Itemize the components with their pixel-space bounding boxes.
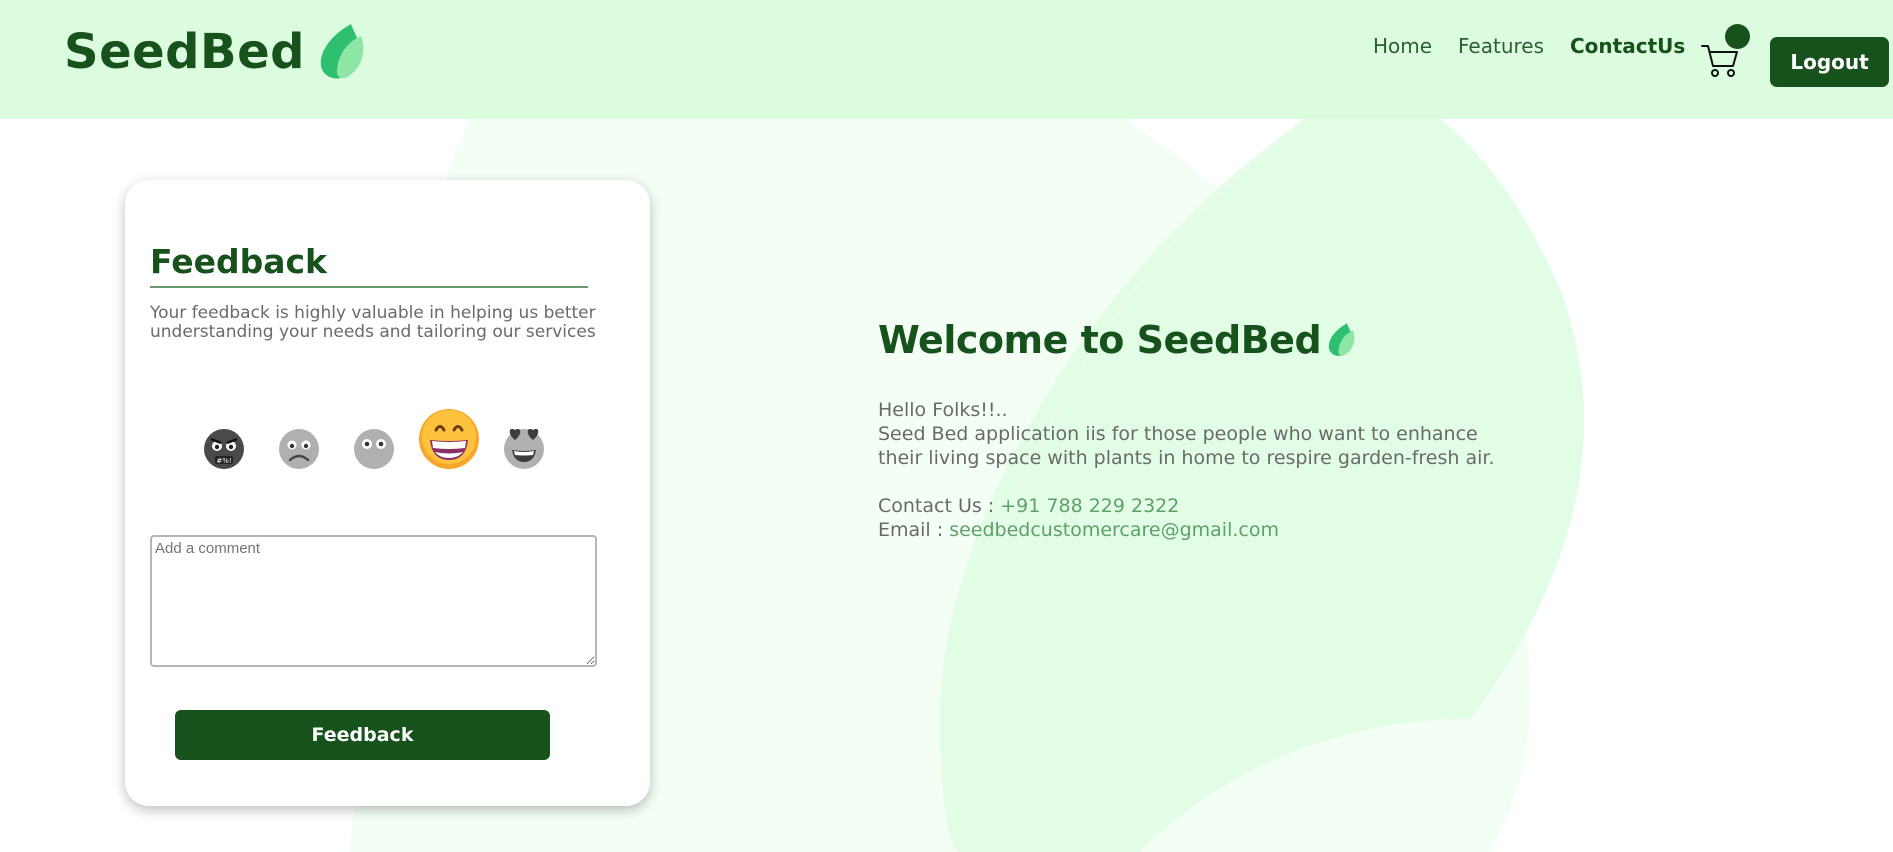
nav-contactus-link[interactable]: ContactUs [1570, 34, 1685, 58]
phone-line: Contact Us : +91 788 229 2322 [878, 494, 1498, 518]
phone-label: Contact Us : [878, 495, 1001, 517]
welcome-body: Hello Folks!!.. Seed Bed application iis… [878, 398, 1498, 542]
welcome-section: Welcome to SeedBed Hello Folks!!.. Seed … [878, 318, 1498, 542]
feedback-description: Your feedback is highly valuable in help… [150, 303, 596, 342]
neutral-face-icon[interactable] [353, 428, 395, 470]
angry-face-icon[interactable]: #%! [203, 428, 245, 470]
nav-features-link[interactable]: Features [1458, 34, 1544, 58]
brand-logo[interactable]: SeedBed [64, 22, 369, 82]
contact-info: Contact Us : +91 788 229 2322 Email : se… [878, 494, 1498, 542]
grinning-face-icon[interactable] [418, 408, 480, 470]
welcome-heading: Welcome to SeedBed [878, 318, 1498, 362]
email-label: Email : [878, 519, 950, 541]
emoji-rating: #%! [125, 408, 650, 478]
frowning-face-icon[interactable] [278, 428, 320, 470]
submit-feedback-button[interactable]: Feedback [175, 710, 550, 760]
greeting-text: Hello Folks!!.. [878, 399, 1008, 421]
logout-button[interactable]: Logout [1770, 37, 1889, 87]
top-navbar: SeedBed Home Features ContactUs Logout [0, 0, 1893, 119]
phone-number[interactable]: +91 788 229 2322 [1000, 495, 1179, 517]
title-divider [150, 286, 588, 288]
heart-eyes-face-icon[interactable] [503, 420, 545, 470]
cart-badge [1725, 24, 1750, 49]
email-line: Email : seedbedcustomercare@gmail.com [878, 518, 1498, 542]
nav-home-link[interactable]: Home [1373, 34, 1432, 58]
intro-text: Seed Bed application iis for those peopl… [878, 423, 1495, 469]
email-address[interactable]: seedbedcustomercare@gmail.com [949, 519, 1279, 541]
feedback-title: Feedback [150, 242, 327, 281]
feedback-card: Feedback Your feedback is highly valuabl… [125, 180, 650, 806]
svg-text:#%!: #%! [216, 457, 231, 465]
leaf-icon [320, 24, 364, 79]
brand-name: SeedBed [64, 24, 306, 80]
comment-input[interactable] [150, 535, 597, 667]
welcome-title-text: Welcome to SeedBed [878, 318, 1322, 362]
leaf-icon [1329, 323, 1355, 356]
